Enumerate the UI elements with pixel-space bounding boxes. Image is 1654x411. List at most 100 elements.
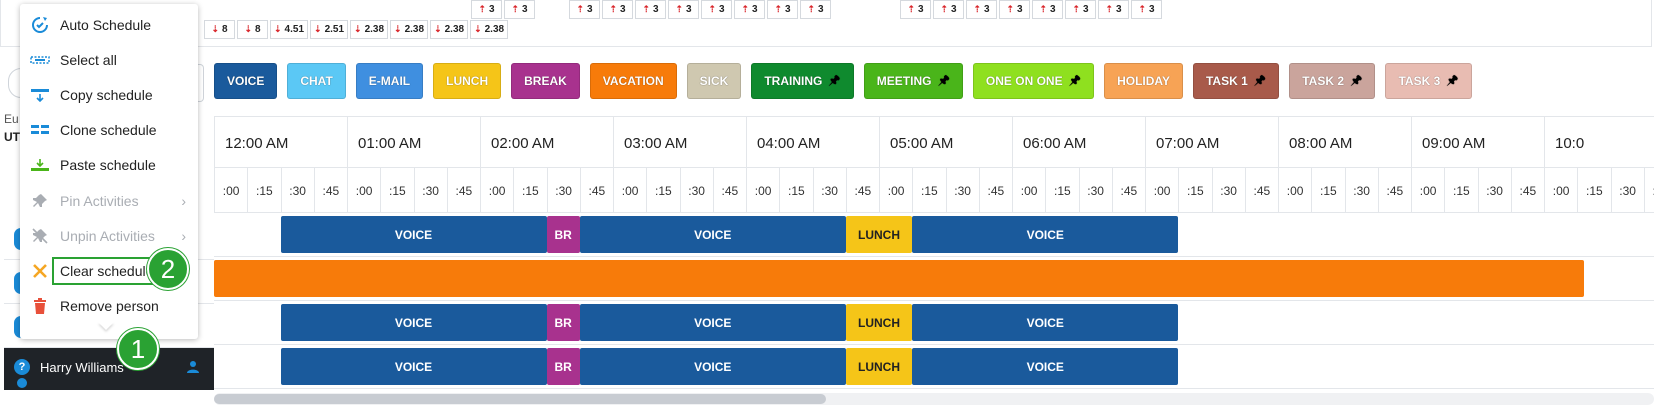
legend-chip-e-mail[interactable]: E-MAIL — [355, 63, 424, 99]
stat-box: ⇡ 3 — [1131, 0, 1162, 19]
menu-item-paste-schedule[interactable]: Paste schedule — [20, 147, 198, 184]
legend-chip-vacation[interactable]: VACATION — [589, 63, 677, 99]
quarter-label: :30 — [1610, 168, 1644, 213]
arrow-down-icon: ⇣ — [244, 24, 252, 34]
stat-value: 3 — [652, 4, 659, 15]
menu-caret — [98, 322, 114, 330]
person-name[interactable]: Harry Williams — [40, 360, 124, 375]
legend-chip-one-on-one[interactable]: ONE ON ONE 📌 — [972, 63, 1095, 99]
clone-schedule-icon — [20, 123, 60, 137]
arrow-down-icon: ⇣ — [274, 24, 282, 34]
scheduler-screen: ⇣ 8 ⇣ 8 ⇣ 4.51 ⇣ 2.51 ⇣ 2.38 ⇣ 2.38 ⇣ 2.38 ⇣ 2.38 ⇡ 3 ⇡ 3 … — [0, 0, 1654, 411]
menu-item-copy-schedule[interactable]: Copy schedule — [20, 76, 198, 113]
quarter-label: :30 — [1477, 168, 1511, 213]
menu-item-clone-schedule[interactable]: Clone schedule — [20, 112, 198, 149]
hour-label: 10:0 — [1544, 117, 1654, 169]
timeline-grid: 12:00 AM 01:00 AM 02:00 AM 03:00 AM 04:00 AM… — [214, 116, 1654, 406]
activity-block-voice[interactable]: VOICE — [579, 304, 846, 341]
activity-block-break[interactable]: BR — [546, 348, 580, 385]
pin-icon: 📌 — [1350, 75, 1363, 87]
quarter-header: :00:15:30:45:00:15:30:45:00:15:30:45:00:… — [214, 168, 1654, 213]
activity-block-break[interactable]: BR — [546, 216, 580, 253]
legend-chip-chat[interactable]: CHAT — [287, 63, 346, 99]
arrow-up-icon: ⇡ — [1138, 4, 1146, 14]
stat-value: 3 — [917, 4, 924, 15]
arrow-up-icon: ⇡ — [774, 4, 782, 14]
activity-block-voice[interactable]: VOICE — [912, 304, 1179, 341]
stat-box: ⇡ 3 — [635, 0, 666, 19]
stat-value: 2.38 — [444, 24, 465, 35]
menu-item-select-all[interactable]: Select all — [20, 41, 198, 78]
schedule-row[interactable] — [214, 257, 1654, 301]
person-row-selected[interactable]: ? Harry Williams — [4, 348, 214, 390]
stat-value: 8 — [221, 24, 228, 35]
stats-group-c: ⇡ 3 ⇡ 3 ⇡ 3 ⇡ 3 ⇡ 3 ⇡ 3 ⇡ 3 ⇡ 3 — [569, 0, 831, 19]
quarter-label: :00 — [1544, 168, 1577, 213]
horizontal-scrollbar[interactable] — [214, 393, 1654, 405]
quarter-label: :15 — [1178, 168, 1211, 213]
legend-chip-label: HOLIDAY — [1117, 74, 1170, 88]
hour-label: 09:00 AM — [1411, 117, 1544, 169]
stat-box: ⇡ 3 — [800, 0, 831, 19]
arrow-down-icon: ⇣ — [394, 24, 402, 34]
activity-block-voice[interactable]: VOICE — [912, 348, 1179, 385]
legend-chip-training[interactable]: TRAINING 📌 — [751, 63, 854, 99]
menu-item-auto-schedule[interactable]: Auto Schedule — [20, 6, 198, 43]
activity-block-voice[interactable]: VOICE — [280, 348, 547, 385]
stat-value: 3 — [1016, 4, 1023, 15]
quarter-label: :00 — [214, 168, 247, 213]
chevron-right-icon: › — [181, 192, 186, 209]
stats-group-d: ⇡ 3 ⇡ 3 ⇡ 3 ⇡ 3 ⇡ 3 ⇡ 3 ⇡ 3 ⇡ 3 — [900, 0, 1162, 19]
legend-chip-voice[interactable]: VOICE — [214, 63, 278, 99]
legend-chip-sick[interactable]: SICK — [686, 63, 742, 99]
legend-chip-meeting[interactable]: MEETING 📌 — [863, 63, 963, 99]
copy-schedule-icon — [20, 88, 60, 102]
activity-block-voice[interactable]: VOICE — [280, 216, 547, 253]
legend-chip-label: SICK — [699, 74, 729, 88]
pin-icon: 📌 — [937, 75, 950, 87]
stat-value: 3 — [784, 4, 791, 15]
stat-box: ⇡ 3 — [569, 0, 600, 19]
legend-chip-task-1[interactable]: TASK 1 📌 — [1192, 63, 1280, 99]
activity-block-lunch[interactable]: LUNCH — [845, 348, 913, 385]
schedule-row[interactable]: VOICE BR VOICE LUNCH VOICE — [214, 345, 1654, 389]
schedule-row[interactable]: VOICE BR VOICE LUNCH VOICE — [214, 213, 1654, 257]
legend-chip-label: ONE ON ONE — [985, 74, 1063, 88]
activity-block-voice[interactable]: VOICE — [579, 216, 846, 253]
stat-value: 3 — [1082, 4, 1089, 15]
legend-chip-label: TASK 3 — [1398, 74, 1441, 88]
quarter-label: :00 — [347, 168, 380, 213]
stat-box: ⇡ 3 — [734, 0, 765, 19]
legend-chip-task-3[interactable]: TASK 3 📌 — [1385, 63, 1472, 99]
legend-chip-break[interactable]: BREAK — [511, 63, 580, 99]
activity-block-lunch[interactable]: LUNCH — [845, 216, 913, 253]
arrow-up-icon: ⇡ — [1072, 4, 1080, 14]
arrow-up-icon: ⇡ — [478, 4, 486, 14]
legend-chip-holiday[interactable]: HOLIDAY — [1104, 63, 1183, 99]
user-icon[interactable] — [186, 360, 200, 374]
activity-block-voice[interactable]: VOICE — [280, 304, 547, 341]
stat-value: 2.38 — [364, 24, 385, 35]
activity-block-break[interactable]: BR — [546, 304, 580, 341]
stat-value: 2.38 — [404, 24, 425, 35]
schedule-row[interactable]: VOICE BR VOICE LUNCH VOICE — [214, 301, 1654, 345]
arrow-up-icon: ⇡ — [1006, 4, 1014, 14]
arrow-down-icon: ⇣ — [354, 24, 362, 34]
menu-item-label: Clone schedule — [60, 122, 157, 139]
activity-block-vacation[interactable] — [214, 260, 1584, 297]
pin-icon: 📌 — [1253, 75, 1267, 87]
activity-block-lunch[interactable]: LUNCH — [845, 304, 913, 341]
stat-box: ⇣ 2.38 — [390, 20, 429, 39]
quarter-label: :00 — [1278, 168, 1311, 213]
legend-chip-lunch[interactable]: LUNCH — [433, 63, 502, 99]
scrollbar-thumb[interactable] — [214, 394, 826, 404]
activity-block-voice[interactable]: VOICE — [912, 216, 1179, 253]
stat-value: 3 — [718, 4, 725, 15]
menu-item-remove-person[interactable]: Remove person — [20, 288, 198, 325]
legend-chip-task-2[interactable]: TASK 2 📌 — [1289, 63, 1376, 99]
activity-block-voice[interactable]: VOICE — [579, 348, 846, 385]
stat-box: ⇡ 3 — [471, 0, 502, 19]
quarter-label: :15 — [1444, 168, 1477, 213]
quarter-label: :00 — [480, 168, 513, 213]
hour-label: 06:00 AM — [1012, 117, 1145, 169]
